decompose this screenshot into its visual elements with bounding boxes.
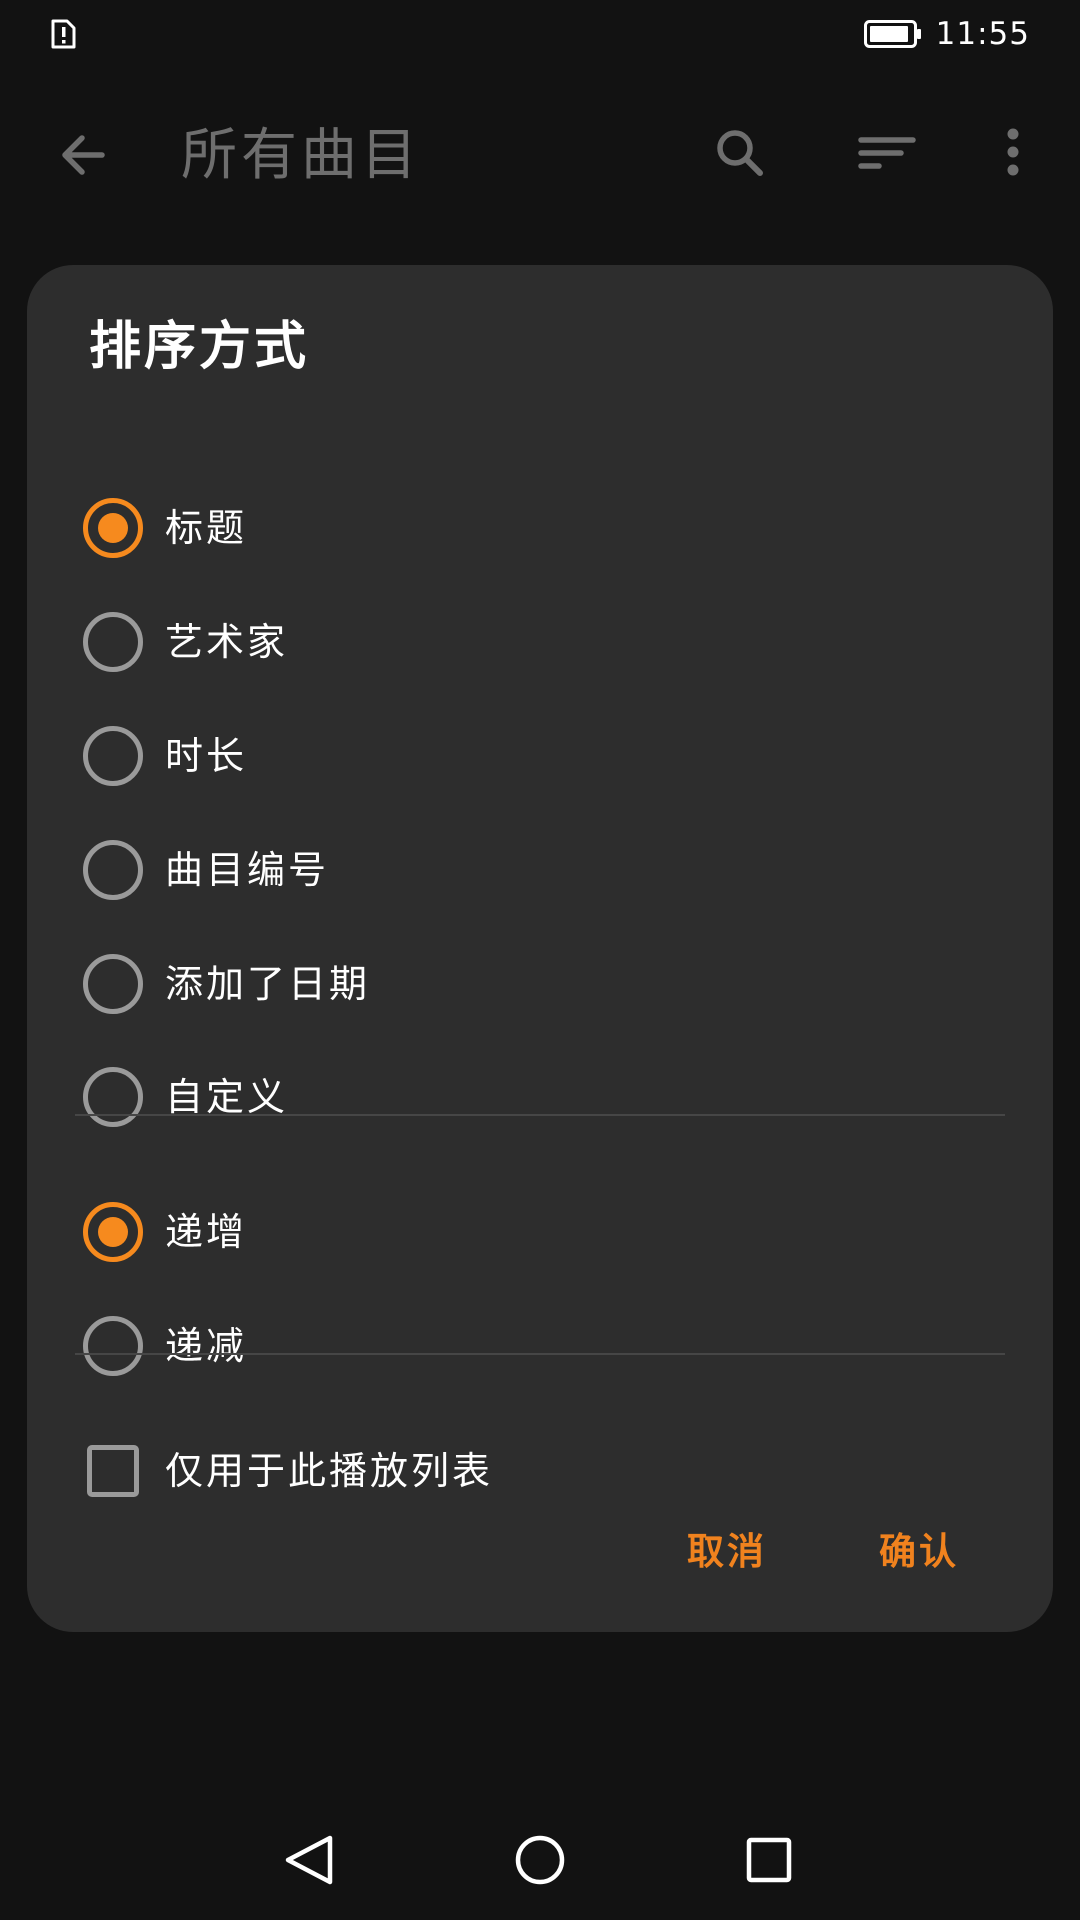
- divider: [75, 1353, 1005, 1355]
- back-arrow-icon[interactable]: [52, 123, 116, 187]
- sort-option-label: 艺术家: [165, 620, 289, 664]
- radio-unchecked-icon[interactable]: [83, 612, 143, 672]
- radio-unchecked-icon[interactable]: [83, 954, 143, 1014]
- order-option-descending[interactable]: 递减: [83, 1296, 983, 1396]
- sort-option-artist[interactable]: 艺术家: [83, 592, 983, 692]
- search-icon[interactable]: [708, 122, 772, 186]
- sort-option-title[interactable]: 标题: [83, 478, 983, 578]
- sort-option-label: 曲目编号: [165, 848, 330, 892]
- radio-unchecked-icon[interactable]: [83, 1067, 143, 1127]
- sort-option-label: 标题: [165, 506, 248, 550]
- confirm-button[interactable]: 确认: [879, 1527, 959, 1577]
- order-option-label: 递增: [165, 1210, 248, 1254]
- more-vertical-icon[interactable]: [983, 122, 1043, 186]
- battery-icon: [863, 20, 921, 48]
- radio-unchecked-icon[interactable]: [83, 840, 143, 900]
- playlist-only-label: 仅用于此播放列表: [165, 1449, 494, 1493]
- sort-dialog: 排序方式 标题 艺术家 时长 曲目编号 添加了日期 自定义 递增 递减 仅用于此…: [27, 265, 1053, 1632]
- radio-unchecked-icon[interactable]: [83, 1316, 143, 1376]
- order-option-label: 递减: [165, 1324, 248, 1368]
- status-right: 11:55: [863, 14, 1030, 54]
- sort-option-custom[interactable]: 自定义: [83, 1047, 983, 1147]
- radio-unchecked-icon[interactable]: [83, 726, 143, 786]
- dialog-title: 排序方式: [89, 317, 310, 377]
- navigation-bar: [0, 1830, 1080, 1920]
- radio-checked-icon[interactable]: [83, 498, 143, 558]
- nav-home-icon[interactable]: [513, 1830, 567, 1890]
- sort-option-label: 添加了日期: [165, 962, 371, 1006]
- sort-icon[interactable]: [855, 122, 919, 186]
- order-option-ascending[interactable]: 递增: [83, 1182, 983, 1282]
- sort-option-track-number[interactable]: 曲目编号: [83, 820, 983, 920]
- sort-option-duration[interactable]: 时长: [83, 706, 983, 806]
- nav-recent-icon[interactable]: [745, 1830, 793, 1890]
- playlist-only-option[interactable]: 仅用于此播放列表: [83, 1421, 983, 1521]
- status-time: 11:55: [935, 16, 1030, 52]
- sort-option-label: 时长: [165, 734, 248, 778]
- screen: 11:55 所有曲目 排序方式 标题 艺术家 时长 曲目编号 添加了日期 自定义…: [0, 0, 1080, 1920]
- nav-back-icon[interactable]: [282, 1830, 338, 1890]
- page-title: 所有曲目: [181, 123, 421, 188]
- divider: [75, 1114, 1005, 1116]
- sim-alert-icon: [51, 19, 76, 49]
- status-bar: 11:55: [0, 0, 1080, 70]
- app-bar: 所有曲目: [0, 100, 1080, 210]
- cancel-button[interactable]: 取消: [687, 1527, 767, 1577]
- checkbox-unchecked-icon[interactable]: [87, 1445, 139, 1497]
- radio-checked-icon[interactable]: [83, 1202, 143, 1262]
- sort-option-date-added[interactable]: 添加了日期: [83, 934, 983, 1034]
